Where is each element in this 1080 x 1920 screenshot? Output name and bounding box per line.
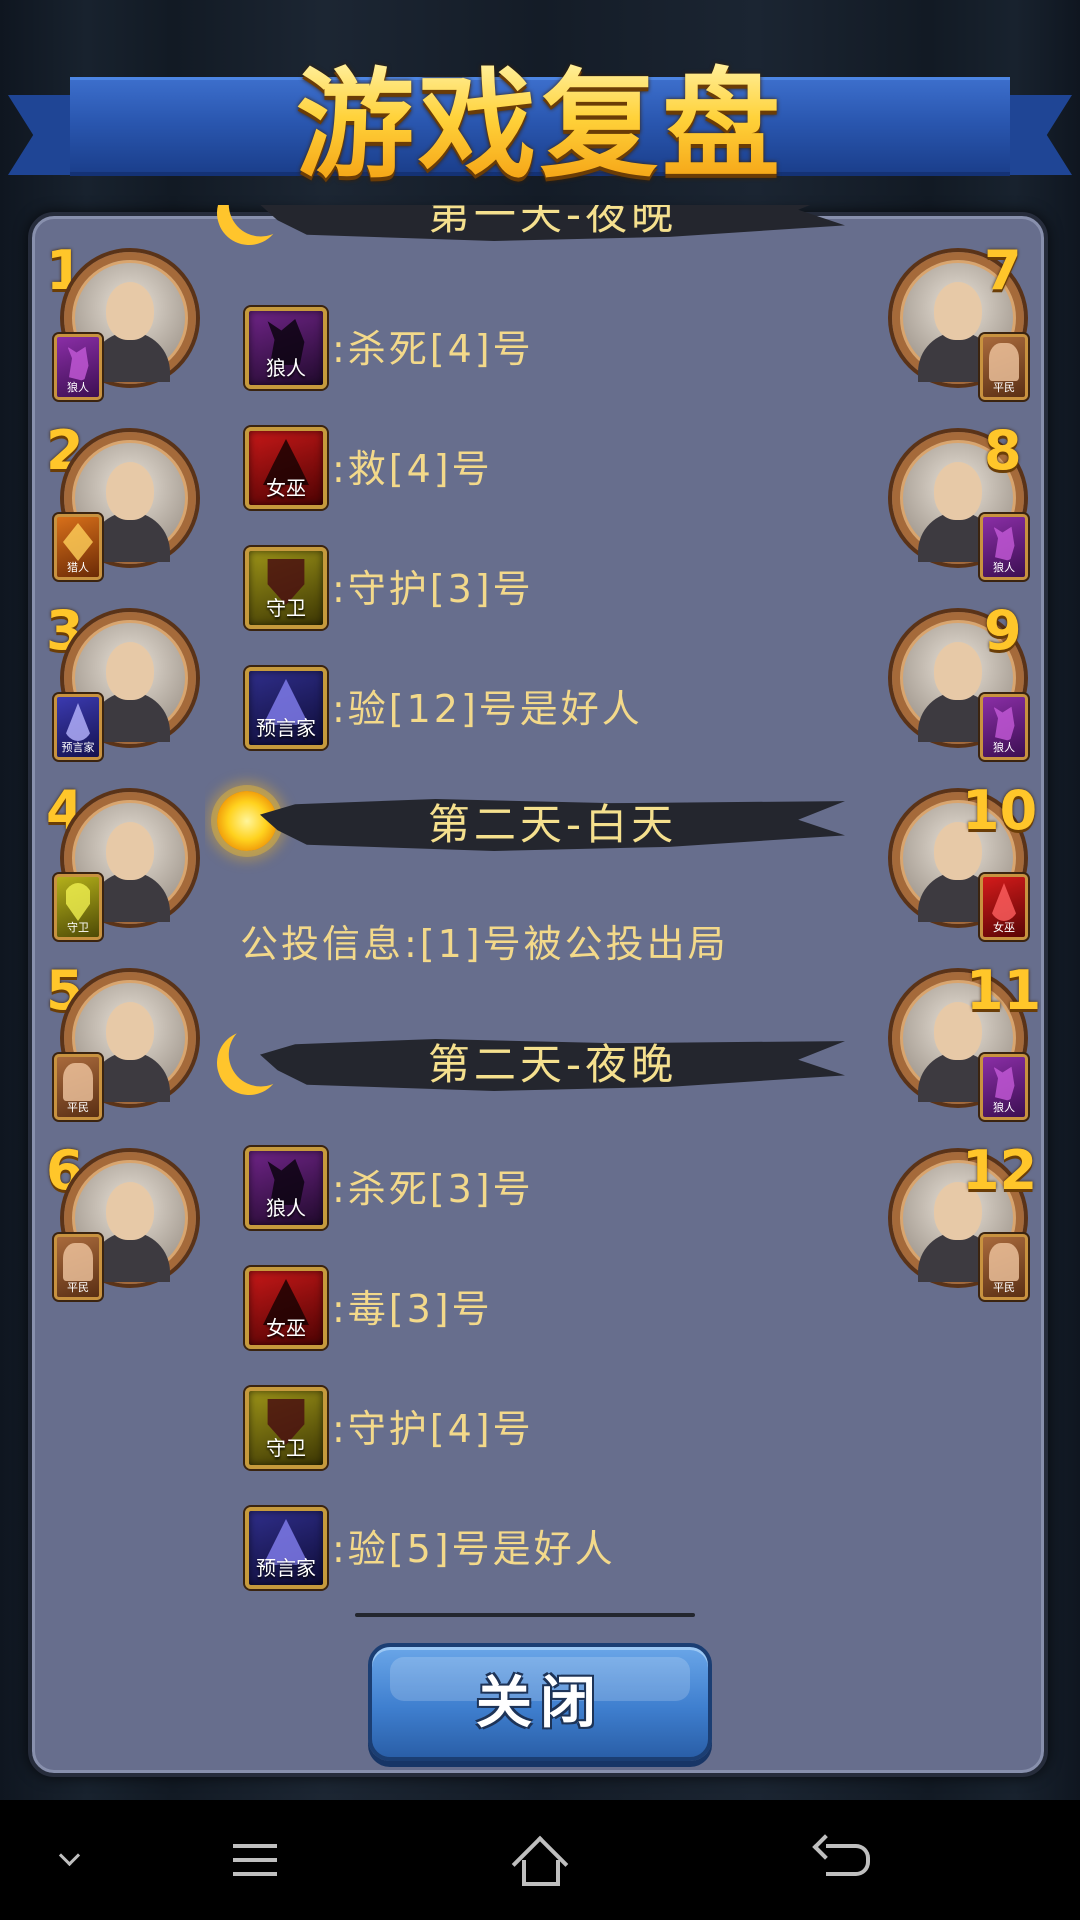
player-12[interactable]: 12 平民	[892, 1136, 1042, 1300]
log-text: :守护[3]号	[332, 567, 534, 611]
log-entry: 女巫 :救[4]号	[205, 427, 870, 513]
close-label: 关闭	[476, 1671, 604, 1736]
player-number: 11	[966, 959, 1042, 1022]
guard-icon: 守卫	[245, 1387, 327, 1469]
player-3[interactable]: 3 预言家	[44, 596, 196, 760]
role-badge-icon: 女巫	[980, 874, 1028, 940]
page-title: 游戏复盘	[0, 55, 1080, 195]
log-entry: 守卫 :守护[4]号	[205, 1387, 870, 1473]
werewolf-icon: 狼人	[245, 1147, 327, 1229]
home-icon[interactable]	[510, 1830, 580, 1893]
header-text: 第二天-夜晚	[427, 1040, 678, 1089]
day2-header: 第二天-白天	[205, 777, 870, 867]
vote-info: 公投信息:[1]号被公投出局	[240, 922, 729, 966]
log-text: :验[5]号是好人	[332, 1527, 616, 1571]
player-number: 8	[984, 419, 1022, 482]
divider	[355, 1613, 695, 1617]
log-entry: 预言家 :验[5]号是好人	[205, 1507, 870, 1593]
log-text: :毒[3]号	[332, 1287, 493, 1331]
seer-icon: 预言家	[245, 667, 327, 749]
header-text: 第一天-夜晚	[427, 205, 678, 239]
log-entry: 狼人 :杀死[3]号	[205, 1147, 870, 1233]
log-text: :杀死[4]号	[332, 327, 534, 371]
player-8[interactable]: 8 狼人	[892, 416, 1042, 580]
witch-icon: 女巫	[245, 427, 327, 509]
player-1[interactable]: 1 狼人	[44, 236, 196, 400]
log-entry: 女巫 :毒[3]号	[205, 1267, 870, 1353]
night1-header: 第一天-夜晚	[205, 205, 870, 257]
witch-icon: 女巫	[245, 1267, 327, 1349]
player-11[interactable]: 11 狼人	[892, 956, 1042, 1120]
player-2[interactable]: 2 猎人	[44, 416, 196, 580]
player-10[interactable]: 10 女巫	[892, 776, 1042, 940]
role-badge-icon: 狼人	[980, 1054, 1028, 1120]
close-button[interactable]: 关闭	[368, 1643, 712, 1761]
log-entry: 守卫 :守护[3]号	[205, 547, 870, 633]
log-entry: 狼人 :杀死[4]号	[205, 307, 870, 393]
player-9[interactable]: 9 狼人	[892, 596, 1042, 760]
role-badge-icon: 狼人	[980, 694, 1028, 760]
player-number: 12	[962, 1139, 1038, 1202]
log-text: :守护[4]号	[332, 1407, 534, 1451]
role-badge-icon: 平民	[54, 1234, 102, 1300]
chevron-down-icon[interactable]	[52, 1830, 122, 1890]
log-text: :杀死[3]号	[332, 1167, 534, 1211]
title-banner: 游戏复盘	[0, 55, 1080, 195]
menu-icon[interactable]	[225, 1830, 295, 1890]
player-6[interactable]: 6 平民	[44, 1136, 196, 1300]
player-number: 10	[962, 779, 1038, 842]
log-text: :验[12]号是好人	[332, 687, 643, 731]
player-number: 7	[984, 239, 1022, 302]
role-badge-icon: 狼人	[54, 334, 102, 400]
player-number: 9	[984, 599, 1022, 662]
role-badge-icon: 预言家	[54, 694, 102, 760]
role-badge-icon: 猎人	[54, 514, 102, 580]
werewolf-icon: 狼人	[245, 307, 327, 389]
review-log[interactable]: 第一天-夜晚 狼人 :杀死[4]号 女巫 :救[4]号 守卫 :守护[3]号 预…	[205, 205, 870, 1625]
role-badge-icon: 守卫	[54, 874, 102, 940]
role-badge-icon: 平民	[980, 334, 1028, 400]
role-badge-icon: 平民	[980, 1234, 1028, 1300]
log-text: :救[4]号	[332, 447, 493, 491]
night2-header: 第二天-夜晚	[205, 1017, 870, 1107]
header-text: 第二天-白天	[427, 800, 678, 849]
player-7[interactable]: 7 平民	[892, 236, 1042, 400]
role-badge-icon: 平民	[54, 1054, 102, 1120]
player-4[interactable]: 4 守卫	[44, 776, 196, 940]
guard-icon: 守卫	[245, 547, 327, 629]
player-5[interactable]: 5 平民	[44, 956, 196, 1120]
seer-icon: 预言家	[245, 1507, 327, 1589]
back-icon[interactable]	[810, 1830, 880, 1890]
navigation-bar	[0, 1800, 1080, 1920]
role-badge-icon: 狼人	[980, 514, 1028, 580]
log-entry: 预言家 :验[12]号是好人	[205, 667, 870, 753]
